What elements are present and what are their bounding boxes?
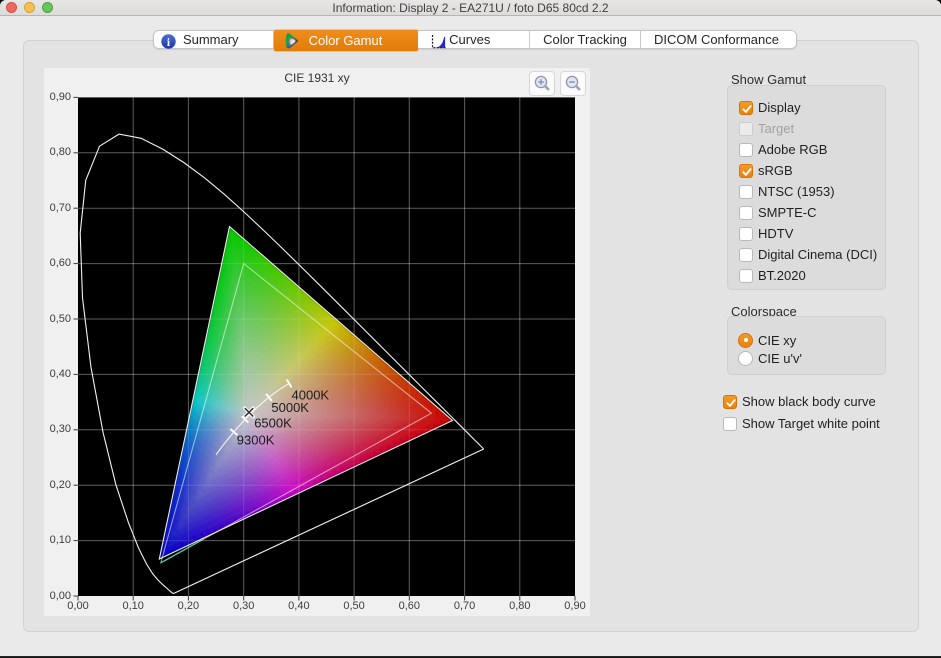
svg-text:6500K: 6500K [254,415,292,430]
svg-text:5000K: 5000K [271,400,309,415]
svg-text:9300K: 9300K [237,433,275,448]
